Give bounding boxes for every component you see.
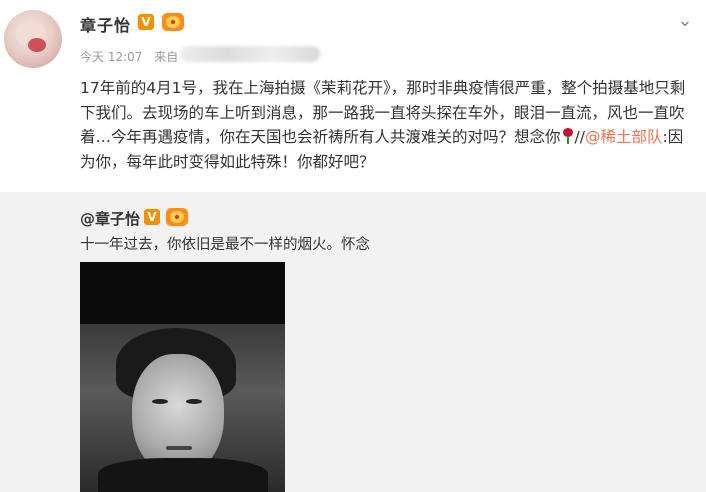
repost-member-level-icon [166,208,188,226]
photo-mouth [166,446,192,450]
mention-link[interactable]: @稀土部队 [585,128,663,146]
author-name[interactable]: 章子怡 [80,12,131,36]
post-text: 17年前的4月1号，我在上海拍摄《茉莉花开》，那时非典疫情很严重，整个拍摄基地只… [80,76,690,174]
verified-badge-icon: V [138,14,154,30]
repost-verified-badge-icon: V [144,209,160,225]
repost-container: @章子怡 V 十一年过去，你依旧是最不一样的烟火。怀念 [0,192,706,492]
post-meta: 今天 12:07 来自 [80,48,178,65]
avatar[interactable] [4,10,62,68]
weibo-post: 章子怡 V ⌄ 今天 12:07 来自 17年前的4月1号，我在上海拍摄《茉莉花… [0,0,706,492]
photo-collar-shape [98,458,268,492]
photo-left-eye [152,399,168,404]
post-text-separator: // [574,128,585,146]
source-prefix: 来自 [154,50,179,64]
repost-photo[interactable] [80,262,285,492]
post-time[interactable]: 今天 12:07 [80,50,142,64]
blurred-source [180,46,320,62]
photo-right-eye [186,399,202,404]
repost-author[interactable]: @章子怡 [80,208,140,229]
repost-text: 十一年过去，你依旧是最不一样的烟火。怀念 [80,237,370,253]
chevron-down-icon[interactable]: ⌄ [674,10,696,32]
member-level-icon [162,13,184,31]
avatar-accent-shape [28,38,46,52]
rose-emoji-icon [561,128,575,144]
